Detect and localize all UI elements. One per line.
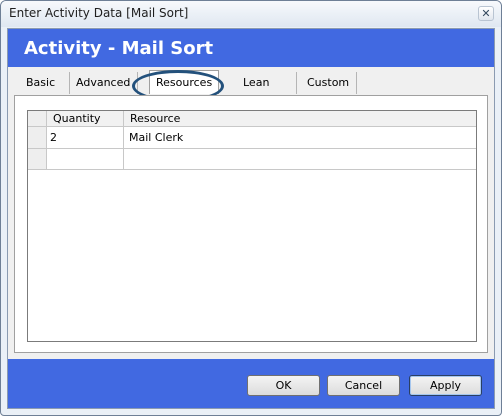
tab-advanced-label: Advanced [76, 76, 131, 89]
resources-grid[interactable]: Quantity Resource 2 Mail Clerk [27, 110, 477, 342]
dialog-window: Enter Activity Data [Mail Sort] ✕ Activi… [0, 0, 502, 416]
cell-resource[interactable] [124, 149, 476, 169]
cell-quantity[interactable]: 2 [47, 127, 124, 148]
column-header-resource[interactable]: Resource [124, 111, 476, 126]
header-banner: Activity - Mail Sort [8, 29, 494, 67]
table-row[interactable]: 2 Mail Clerk [28, 127, 476, 149]
title-bar[interactable]: Enter Activity Data [Mail Sort] ✕ [1, 1, 501, 27]
tab-strip: Basic Advanced Resources Lean Custom [16, 70, 486, 94]
tab-advanced[interactable]: Advanced [70, 72, 138, 94]
cancel-button[interactable]: Cancel [327, 375, 400, 396]
row-header-corner [28, 111, 47, 126]
tab-panel: Quantity Resource 2 Mail Clerk [14, 95, 488, 353]
column-header-quantity[interactable]: Quantity [47, 111, 124, 126]
ok-button[interactable]: OK [247, 375, 320, 396]
tab-custom[interactable]: Custom [297, 72, 357, 94]
tab-basic-label: Basic [26, 76, 56, 89]
table-row[interactable] [28, 149, 476, 170]
button-bar: OK Cancel Apply [8, 359, 494, 408]
grid-header: Quantity Resource [28, 111, 476, 127]
tab-lean-label: Lean [243, 76, 270, 89]
tab-lean[interactable]: Lean [227, 72, 297, 94]
page-title: Activity - Mail Sort [24, 38, 214, 59]
close-button[interactable]: ✕ [478, 6, 494, 21]
row-selector[interactable] [28, 127, 47, 148]
apply-button[interactable]: Apply [409, 375, 482, 396]
cell-quantity[interactable] [47, 149, 124, 169]
tab-custom-label: Custom [307, 76, 350, 89]
row-selector[interactable] [28, 149, 47, 169]
close-icon: ✕ [481, 7, 491, 20]
window-title: Enter Activity Data [Mail Sort] [9, 6, 189, 20]
dialog-content: Activity - Mail Sort Basic Advanced Reso… [7, 28, 495, 409]
tab-basic[interactable]: Basic [16, 72, 70, 94]
cell-resource[interactable]: Mail Clerk [124, 127, 476, 148]
